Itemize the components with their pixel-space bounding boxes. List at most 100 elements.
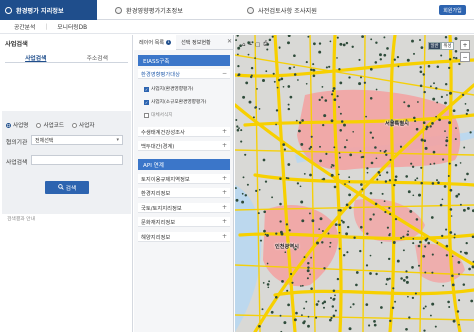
menu-item-pre-review[interactable]: 사전검토사항 조사지원 — [247, 0, 317, 20]
project-point — [287, 107, 291, 111]
checkbox-checked-icon[interactable]: ✓ — [144, 86, 149, 92]
layer-cultural-heritage[interactable]: 문화재지리정보 + — [138, 217, 230, 227]
layer-env-geo[interactable]: 환경지리정보 + — [138, 188, 230, 198]
project-point — [279, 314, 282, 317]
zoom-out-button[interactable]: − — [460, 52, 470, 62]
project-point — [287, 163, 291, 166]
project-point — [369, 131, 372, 134]
print-icon[interactable]: ⎙ — [263, 41, 267, 48]
expand-icon[interactable]: + — [222, 189, 227, 196]
checkbox-checked-icon[interactable]: ✓ — [144, 99, 149, 105]
layer-national-land[interactable]: 국토/토지지리정보 + — [138, 203, 230, 213]
expand-icon[interactable]: + — [222, 175, 227, 182]
tab-address-search[interactable]: 주소검색 — [67, 52, 129, 62]
agency-select[interactable]: 전체선택 ▾ — [31, 135, 123, 145]
close-icon[interactable]: ✕ — [227, 38, 232, 45]
layer-marine-geo[interactable]: 해양지리정보 + — [138, 232, 230, 242]
project-point — [271, 196, 274, 199]
layer-check-small-eia-site[interactable]: ✓ 사업지(소규모환경영향평가) — [144, 99, 206, 105]
collapse-icon[interactable]: − — [222, 70, 227, 77]
menu-item-baseline[interactable]: 환경영향평가기초정보 — [115, 0, 183, 20]
expand-icon[interactable]: + — [222, 218, 227, 225]
tab-project-search[interactable]: 사업검색 — [5, 52, 67, 62]
expand-icon[interactable]: + — [222, 233, 227, 240]
radio-operator[interactable]: 사업자 — [72, 121, 95, 129]
layer-eia-target[interactable]: 환경영향평가대상 − — [138, 69, 230, 79]
project-point — [310, 135, 313, 138]
project-point — [300, 285, 302, 287]
layer-land-regulation[interactable]: 토지이용규제지역정보 + — [138, 174, 230, 184]
subnav-spatial-analysis[interactable]: 공간분석 — [14, 22, 35, 31]
project-point — [447, 175, 450, 177]
map-canvas[interactable] — [235, 35, 474, 332]
project-point — [453, 236, 456, 239]
expand-icon[interactable]: + — [222, 142, 227, 149]
layer-aquatic-health[interactable]: 수생태계건강성조사 + — [138, 127, 230, 137]
sub-navigation: 공간분석 | 모니터링DB — [0, 20, 474, 34]
project-point — [458, 299, 461, 302]
project-point — [236, 128, 240, 132]
layer-check-alt-habitat[interactable]: 대체서식지 — [144, 112, 173, 118]
project-point — [383, 53, 387, 57]
project-point — [238, 127, 240, 129]
layer-baekdudaegan[interactable]: 백두대간(경계) + — [138, 141, 230, 151]
area-icon[interactable]: ▢ — [255, 42, 260, 48]
layer-check-eia-site[interactable]: ✓ 사업지(환경영향평가) — [144, 86, 193, 92]
tab-layer-list[interactable]: 레이어 목록 1 — [134, 34, 177, 50]
project-point — [322, 123, 325, 127]
project-point — [237, 73, 241, 76]
checkbox-empty-icon[interactable] — [144, 112, 149, 118]
group-eiass[interactable]: EIASS구축 — [138, 55, 230, 66]
map-view[interactable]: ⌂ ⟂ ▢ ⎙ 일반 위성 + − 서울특별시 인천광역시 — [235, 35, 474, 332]
home-icon[interactable]: ⌂ — [242, 42, 246, 48]
project-point — [248, 100, 252, 104]
project-point — [384, 210, 387, 214]
project-point — [319, 217, 323, 221]
expand-icon[interactable]: + — [222, 128, 227, 135]
project-point — [451, 274, 454, 278]
project-point — [355, 271, 359, 274]
search-button-label: 검색 — [65, 186, 77, 192]
search-button[interactable]: 검색 — [45, 181, 89, 194]
project-point — [327, 232, 330, 235]
map-type-normal[interactable]: 일반 — [428, 42, 441, 50]
expand-icon[interactable]: + — [222, 204, 227, 211]
project-point — [323, 114, 327, 118]
project-point — [247, 53, 250, 56]
chevron-down-icon: ▾ — [116, 137, 119, 143]
project-point — [342, 43, 346, 47]
project-point — [321, 86, 324, 88]
project-point — [407, 295, 409, 298]
subnav-monitoring-db[interactable]: 모니터링DB — [57, 22, 87, 31]
project-point — [452, 319, 456, 323]
checkbox-label: 대체서식지 — [151, 113, 173, 118]
project-point — [237, 53, 239, 56]
project-point — [347, 225, 350, 229]
project-point — [287, 41, 290, 45]
project-point — [365, 303, 369, 306]
project-point — [459, 162, 462, 164]
project-point — [242, 95, 246, 99]
brand-logo[interactable]: 환경평가 지리정보 — [0, 0, 97, 20]
project-point — [444, 101, 447, 105]
radio-project-name[interactable]: 사업명 — [6, 121, 28, 129]
project-point — [369, 67, 373, 71]
tab-selected-info[interactable]: 선택 정보현황 — [176, 35, 216, 50]
ruler-icon[interactable]: ⟂ — [249, 41, 253, 48]
radio-project-code[interactable]: 사업코드 — [36, 121, 64, 129]
project-point — [370, 38, 373, 41]
project-point — [411, 296, 415, 300]
project-point — [419, 39, 421, 41]
map-type-satellite[interactable]: 위성 — [441, 42, 454, 50]
group-api[interactable]: API 연계 — [138, 159, 230, 170]
project-point — [434, 325, 437, 328]
search-icon — [57, 183, 64, 192]
project-point — [280, 230, 283, 234]
login-button[interactable]: 회원가입 — [439, 5, 466, 15]
project-point — [338, 152, 341, 154]
project-point — [306, 277, 309, 280]
project-point — [400, 237, 403, 239]
radio-selected-icon — [6, 122, 11, 128]
keyword-input[interactable] — [31, 155, 123, 165]
zoom-in-button[interactable]: + — [460, 40, 470, 50]
